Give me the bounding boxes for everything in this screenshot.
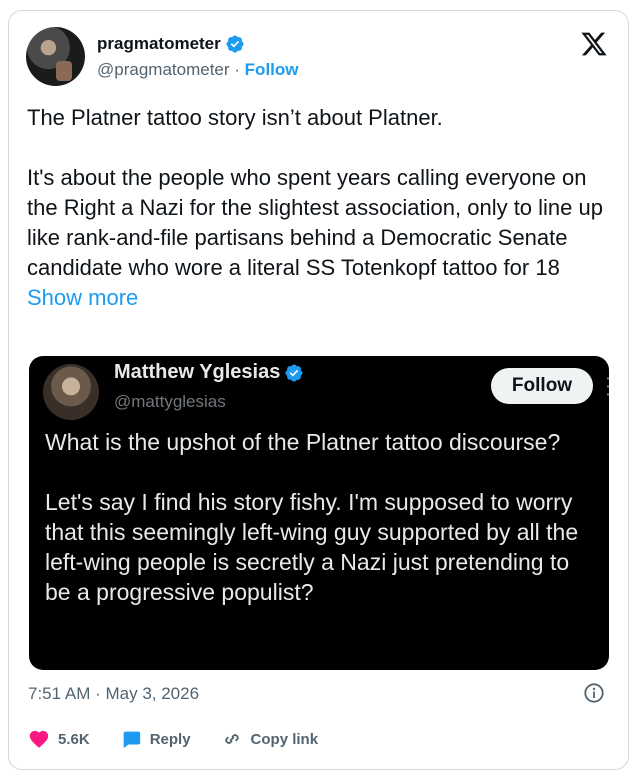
action-bar: 5.6K Reply Copy link	[28, 728, 318, 750]
show-more-link[interactable]: Show more	[27, 285, 138, 310]
author-handle[interactable]: @pragmatometer	[97, 60, 230, 79]
follow-link[interactable]: Follow	[245, 60, 299, 79]
tweet-text: The Platner tattoo story isn’t about Pla…	[27, 105, 603, 310]
x-logo-icon[interactable]	[580, 30, 608, 58]
quoted-tweet[interactable]: Matthew Yglesias @mattyglesias Follow ··…	[29, 356, 609, 670]
more-options-icon[interactable]: ···	[603, 368, 609, 404]
quoted-author-name[interactable]: Matthew Yglesias	[114, 361, 304, 384]
author-avatar[interactable]	[26, 27, 85, 86]
like-button[interactable]: 5.6K	[28, 728, 90, 750]
verified-badge-icon	[285, 363, 303, 382]
reply-label: Reply	[149, 730, 191, 748]
verified-badge-icon	[226, 35, 244, 53]
copy-link-label: Copy link	[250, 730, 319, 748]
heart-icon	[29, 730, 49, 748]
author-handle-row: @pragmatometer · Follow	[97, 60, 299, 80]
author-name[interactable]: pragmatometer	[97, 34, 245, 54]
reply-button[interactable]: Reply	[120, 728, 191, 750]
info-icon[interactable]	[583, 682, 605, 704]
quoted-tweet-text: What is the upshot of the Platner tattoo…	[45, 429, 579, 605]
link-icon	[224, 734, 239, 744]
tweet-timestamp[interactable]: 7:51 AM · May 3, 2026	[28, 684, 199, 704]
copy-link-button[interactable]: Copy link	[221, 728, 319, 750]
reply-icon	[123, 731, 140, 749]
like-count: 5.6K	[58, 730, 90, 748]
separator: ·	[234, 60, 240, 79]
quoted-follow-button[interactable]: Follow	[491, 368, 593, 404]
quoted-author-avatar[interactable]	[43, 364, 99, 420]
quoted-author-handle[interactable]: @mattyglesias	[114, 392, 226, 412]
